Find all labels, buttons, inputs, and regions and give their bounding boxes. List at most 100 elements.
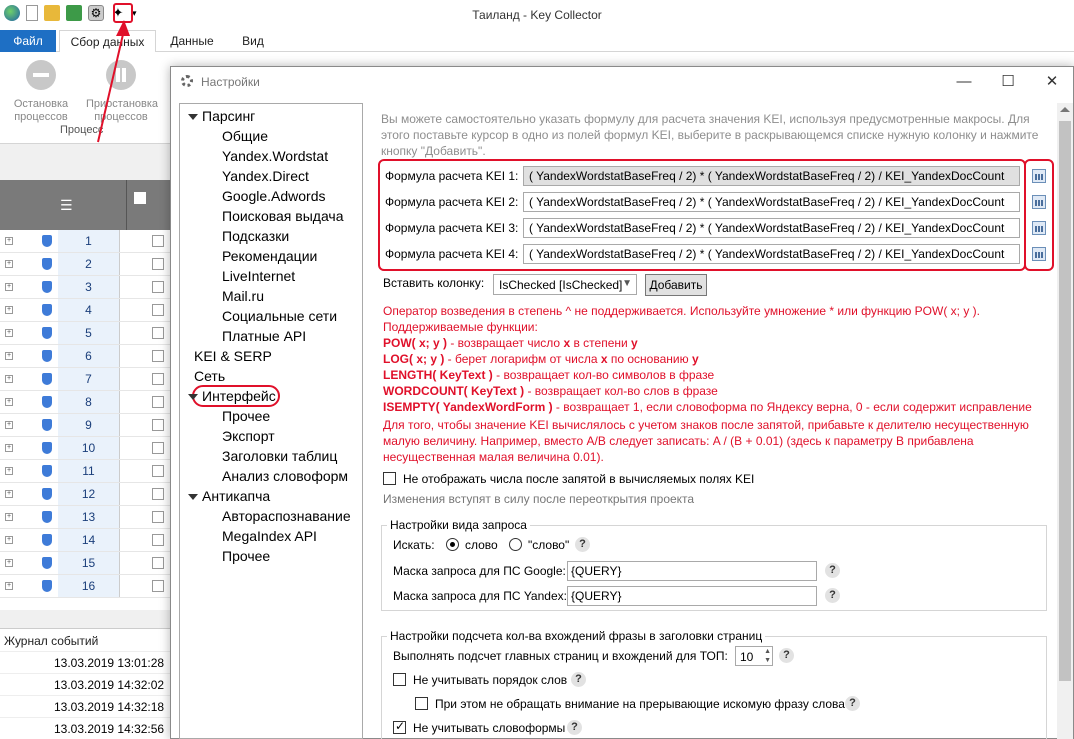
maximize-button[interactable]: ☐ bbox=[993, 71, 1023, 93]
tree-item[interactable]: Интерфейс bbox=[202, 388, 276, 404]
filter-sliders-icon[interactable]: ☰ bbox=[60, 197, 73, 214]
expand-icon[interactable]: + bbox=[5, 260, 13, 268]
tree-item[interactable]: Прочее bbox=[222, 548, 270, 564]
table-row[interactable]: +2 bbox=[0, 253, 175, 276]
select-all-checkbox[interactable] bbox=[134, 192, 146, 204]
calculator-icon[interactable] bbox=[1032, 221, 1046, 235]
no-decimals-checkbox[interactable] bbox=[383, 472, 396, 485]
ignore-break-words-checkbox[interactable] bbox=[415, 697, 428, 710]
tree-item[interactable]: Mail.ru bbox=[222, 288, 264, 304]
table-row[interactable]: +3 bbox=[0, 276, 175, 299]
table-row[interactable]: +1 bbox=[0, 230, 175, 253]
journal-entry[interactable]: 13.03.2019 14:32:02 bbox=[0, 673, 175, 695]
row-checkbox[interactable] bbox=[152, 488, 164, 500]
insert-column-select[interactable]: IsChecked [IsChecked] ▼ bbox=[493, 274, 637, 295]
table-row[interactable]: +4 bbox=[0, 299, 175, 322]
tree-item[interactable]: KEI & SERP bbox=[194, 348, 272, 364]
expand-icon[interactable]: + bbox=[5, 536, 13, 544]
ignore-order-checkbox[interactable] bbox=[393, 673, 406, 686]
expand-icon[interactable]: + bbox=[5, 513, 13, 521]
expand-icon[interactable]: + bbox=[5, 444, 13, 452]
tree-item[interactable]: Парсинг bbox=[202, 108, 255, 124]
expand-icon[interactable]: + bbox=[5, 398, 13, 406]
tree-item[interactable]: Социальные сети bbox=[222, 308, 337, 324]
tree-item[interactable]: Заголовки таблиц bbox=[222, 448, 337, 464]
expand-icon[interactable]: + bbox=[5, 306, 13, 314]
tab-view[interactable]: Вид bbox=[228, 30, 278, 52]
table-row[interactable]: +15 bbox=[0, 552, 175, 575]
tree-expand-icon[interactable] bbox=[188, 494, 198, 500]
expand-icon[interactable]: + bbox=[5, 559, 13, 567]
tree-item[interactable]: Yandex.Direct bbox=[222, 168, 309, 184]
expand-icon[interactable]: + bbox=[5, 352, 13, 360]
scrollbar-thumb[interactable] bbox=[1059, 121, 1071, 681]
tree-item[interactable]: LiveInternet bbox=[222, 268, 295, 284]
row-checkbox[interactable] bbox=[152, 281, 164, 293]
table-row[interactable]: +9 bbox=[0, 414, 175, 437]
tree-item[interactable]: Поисковая выдача bbox=[222, 208, 344, 224]
tab-data[interactable]: Данные bbox=[160, 30, 224, 52]
help-icon[interactable]: ? bbox=[779, 648, 794, 663]
tree-item[interactable]: Автораспознавание bbox=[222, 508, 351, 524]
row-checkbox[interactable] bbox=[152, 534, 164, 546]
row-checkbox[interactable] bbox=[152, 304, 164, 316]
tree-item[interactable]: Подсказки bbox=[222, 228, 289, 244]
scroll-up-icon[interactable] bbox=[1060, 107, 1070, 112]
add-button[interactable]: Добавить bbox=[645, 274, 707, 296]
row-checkbox[interactable] bbox=[152, 580, 164, 592]
row-checkbox[interactable] bbox=[152, 373, 164, 385]
row-checkbox[interactable] bbox=[152, 511, 164, 523]
calculator-icon[interactable] bbox=[1032, 247, 1046, 261]
tree-item[interactable]: Прочее bbox=[222, 408, 270, 424]
expand-icon[interactable]: + bbox=[5, 283, 13, 291]
table-row[interactable]: +5 bbox=[0, 322, 175, 345]
tree-item[interactable]: MegaIndex API bbox=[222, 528, 317, 544]
row-checkbox[interactable] bbox=[152, 396, 164, 408]
tree-item[interactable]: Анализ словоформ bbox=[222, 468, 348, 484]
help-icon[interactable]: ? bbox=[825, 588, 840, 603]
top-count-spinner[interactable]: 10 ▲ ▼ bbox=[735, 646, 773, 666]
table-row[interactable]: +7 bbox=[0, 368, 175, 391]
yandex-mask-input[interactable]: {QUERY} bbox=[567, 586, 817, 606]
tree-item[interactable]: Экспорт bbox=[222, 428, 275, 444]
ignore-wordforms-checkbox[interactable] bbox=[393, 719, 406, 734]
tree-item[interactable]: Общие bbox=[222, 128, 268, 144]
table-row[interactable]: +11 bbox=[0, 460, 175, 483]
radio-quoted-word[interactable] bbox=[509, 538, 522, 551]
calculator-icon[interactable] bbox=[1032, 195, 1046, 209]
kei-formula-1-input[interactable]: ( YandexWordstatBaseFreq / 2) * ( Yandex… bbox=[523, 166, 1020, 186]
row-checkbox[interactable] bbox=[152, 235, 164, 247]
row-checkbox[interactable] bbox=[152, 442, 164, 454]
tree-item[interactable]: Платные API bbox=[222, 328, 306, 344]
row-checkbox[interactable] bbox=[152, 465, 164, 477]
row-checkbox[interactable] bbox=[152, 419, 164, 431]
row-checkbox[interactable] bbox=[152, 327, 164, 339]
table-row[interactable]: +6 bbox=[0, 345, 175, 368]
row-checkbox[interactable] bbox=[152, 557, 164, 569]
minimize-button[interactable]: — bbox=[949, 71, 979, 93]
table-row[interactable]: +10 bbox=[0, 437, 175, 460]
row-checkbox[interactable] bbox=[152, 258, 164, 270]
table-row[interactable]: +13 bbox=[0, 506, 175, 529]
journal-entry[interactable]: 13.03.2019 14:32:18 bbox=[0, 695, 175, 717]
table-row[interactable]: +12 bbox=[0, 483, 175, 506]
tree-item[interactable]: Антикапча bbox=[202, 488, 270, 504]
expand-icon[interactable]: + bbox=[5, 329, 13, 337]
kei-formula-4-input[interactable]: ( YandexWordstatBaseFreq / 2) * ( Yandex… bbox=[523, 244, 1020, 264]
radio-word[interactable] bbox=[446, 538, 459, 551]
tree-item[interactable]: Рекомендации bbox=[222, 248, 317, 264]
pane-scrollbar[interactable] bbox=[1057, 103, 1073, 739]
table-row[interactable]: +14 bbox=[0, 529, 175, 552]
help-icon[interactable]: ? bbox=[825, 563, 840, 578]
table-row[interactable]: +16 bbox=[0, 575, 175, 598]
help-icon[interactable]: ? bbox=[845, 696, 860, 711]
tree-item[interactable]: Google.Adwords bbox=[222, 188, 326, 204]
journal-entry[interactable]: 13.03.2019 13:01:28 bbox=[0, 651, 175, 673]
help-icon[interactable]: ? bbox=[571, 672, 586, 687]
tree-expand-icon[interactable] bbox=[188, 114, 198, 120]
tab-file[interactable]: Файл bbox=[0, 30, 56, 52]
table-row[interactable]: +8 bbox=[0, 391, 175, 414]
journal-entry[interactable]: 13.03.2019 14:32:56 bbox=[0, 717, 175, 739]
help-icon[interactable]: ? bbox=[567, 720, 582, 735]
tree-expand-icon[interactable] bbox=[188, 394, 198, 400]
